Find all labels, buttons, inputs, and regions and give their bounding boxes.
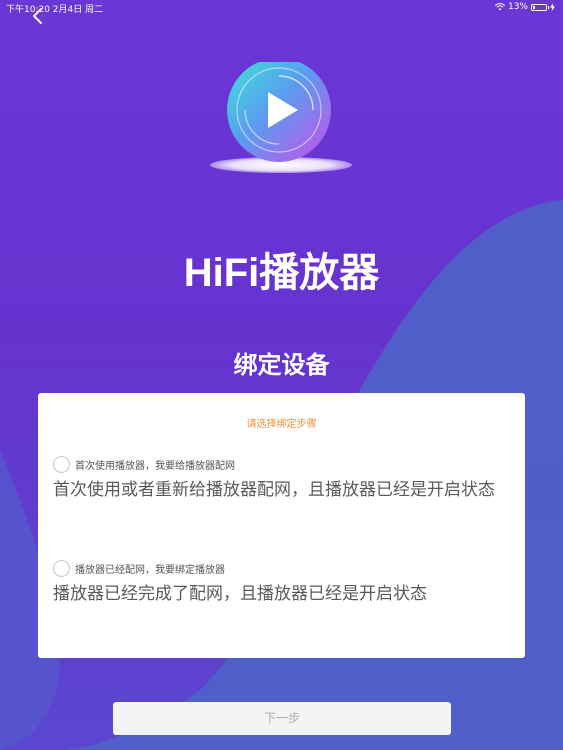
status-indicators: 13% <box>494 2 555 12</box>
status-time-date: 下午10:20 2月4日 周二 <box>6 5 104 15</box>
back-arrow-icon[interactable] <box>28 6 48 26</box>
charging-icon <box>550 3 555 11</box>
battery-icon <box>531 3 549 11</box>
option-label: 播放器已经配网，我要绑定播放器 <box>75 565 225 576</box>
option-description: 播放器已经完成了配网，且播放器已经是开启状态 <box>53 584 427 604</box>
next-button[interactable]: 下一步 <box>113 702 451 735</box>
app-title: HiFi播放器 <box>183 251 380 295</box>
option-description: 首次使用或者重新给播放器配网，且播放器已经是开启状态 <box>53 480 495 500</box>
play-icon <box>210 62 352 173</box>
status-bar: 下午10:20 2月4日 周二 13% <box>0 0 563 16</box>
battery-percent: 13% <box>507 2 528 12</box>
binding-step-card: 请选择绑定步骤 首次使用播放器，我要给播放器配网 首次使用或者重新给播放器配网，… <box>38 393 525 658</box>
option-first-time-network[interactable]: 首次使用播放器，我要给播放器配网 首次使用或者重新给播放器配网，且播放器已经是开… <box>53 456 503 499</box>
page-subtitle: 绑定设备 <box>233 351 330 379</box>
radio-button[interactable] <box>53 456 70 473</box>
card-hint: 请选择绑定步骤 <box>246 419 317 430</box>
radio-button[interactable] <box>53 560 70 577</box>
option-label: 首次使用播放器，我要给播放器配网 <box>75 461 235 472</box>
option-already-networked[interactable]: 播放器已经配网，我要绑定播放器 播放器已经完成了配网，且播放器已经是开启状态 <box>53 560 503 603</box>
wifi-icon <box>494 3 505 11</box>
